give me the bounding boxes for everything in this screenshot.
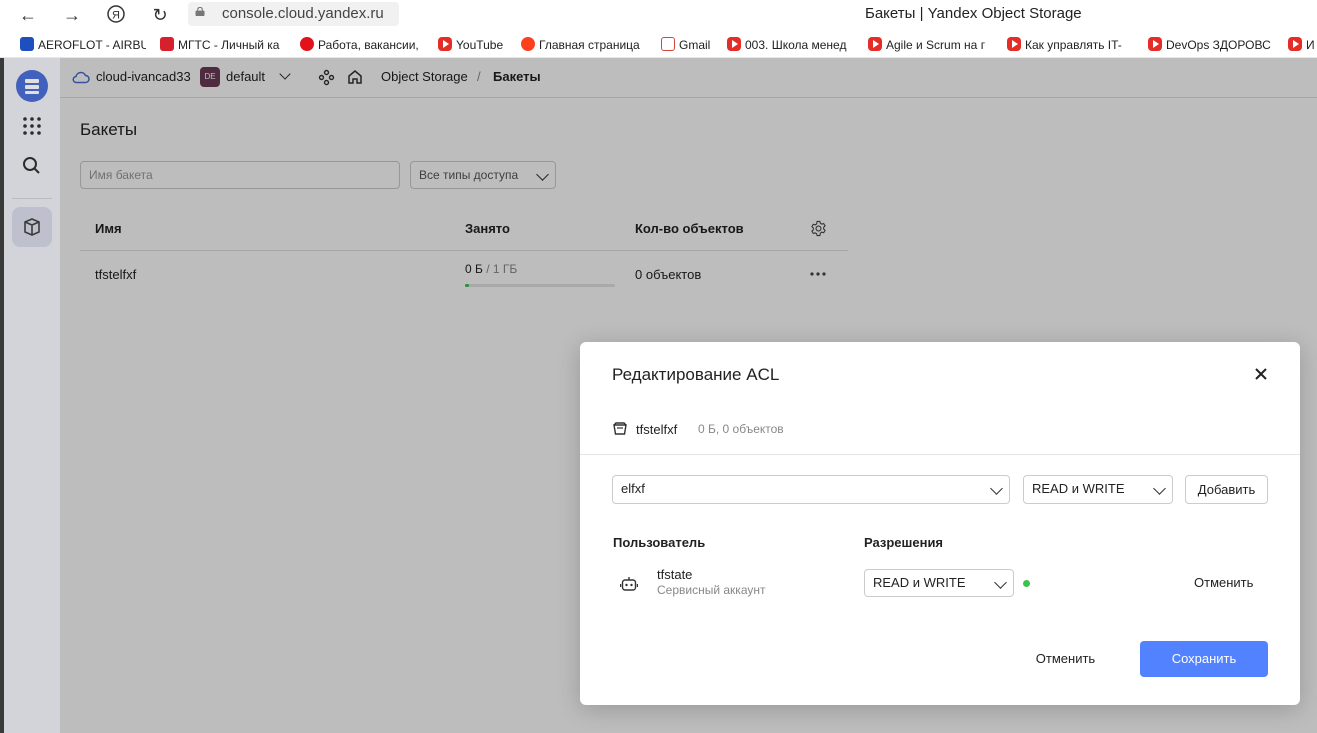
window-title: Бакеты | Yandex Object Storage [865, 5, 1082, 22]
youtube-icon [1288, 37, 1302, 51]
column-permissions: Разрешения [864, 535, 944, 550]
bookmark-item[interactable]: AEROFLOT - AIRBU [20, 37, 146, 53]
url-text: console.cloud.yandex.ru [222, 5, 384, 22]
bookmark-label: YouTube [456, 38, 504, 52]
browser-toolbar: ← → Я ↻ console.cloud.yandex.ru Бакеты |… [0, 0, 1317, 32]
youtube-icon [438, 37, 452, 51]
add-button[interactable]: Добавить [1185, 475, 1268, 504]
bookmark-item[interactable]: Как управлять IT- [1007, 37, 1134, 53]
bookmarks-bar: AEROFLOT - AIRBU МГТС - Личный ка Работа… [0, 33, 1317, 58]
bookmark-item[interactable]: МГТС - Личный ка [160, 37, 286, 53]
bookmark-item[interactable]: Gmail [661, 37, 717, 53]
bookmark-item[interactable]: Главная страница [521, 37, 647, 53]
address-bar[interactable]: console.cloud.yandex.ru [188, 2, 399, 26]
column-user: Пользователь [613, 535, 706, 550]
bucket-icon [613, 422, 627, 435]
youtube-icon [727, 37, 741, 51]
bookmark-item[interactable]: Agile и Scrum на г [868, 37, 994, 53]
aeroflot-icon [20, 37, 34, 51]
close-icon[interactable] [1253, 366, 1269, 382]
acl-user-type: Сервисный аккаунт [657, 583, 766, 597]
save-button[interactable]: Сохранить [1140, 641, 1268, 677]
permission-select[interactable]: READ и WRITE [1023, 475, 1173, 504]
youtube-icon [1148, 37, 1162, 51]
hh-icon [300, 37, 314, 51]
revoke-button[interactable]: Отменить [1194, 575, 1253, 590]
bookmark-item[interactable]: 003. Школа менед [727, 37, 854, 53]
svg-text:Я: Я [112, 10, 120, 22]
bookmark-label: Agile и Scrum на г [886, 38, 986, 52]
dialog-bucket-name: tfstelfxf [636, 422, 678, 437]
status-dot [1023, 580, 1030, 587]
dialog-title: Редактирование ACL [612, 365, 780, 384]
bookmark-label: Работа, вакансии, [318, 38, 419, 52]
bookmark-label: 003. Школа менед [745, 38, 847, 52]
permission-select-value: READ и WRITE [1032, 481, 1125, 496]
mgts-icon [160, 37, 174, 51]
back-icon[interactable]: ← [16, 4, 40, 26]
chevron-down-icon [990, 482, 1003, 495]
cancel-button[interactable]: Отменить [1020, 641, 1111, 677]
bookmark-label: DevOps ЗДОРОВС [1166, 38, 1271, 52]
service-account-robot-icon [620, 577, 638, 591]
bookmark-label: Главная страница [539, 38, 640, 52]
bookmark-label: AEROFLOT - AIRBU [38, 38, 146, 52]
gmail-icon [661, 37, 675, 51]
bookmark-label: И [1306, 38, 1315, 52]
subject-select-value: elfxf [621, 481, 645, 496]
subject-select[interactable]: elfxf [612, 475, 1010, 504]
acl-entry-permission-select[interactable]: READ и WRITE [864, 569, 1014, 597]
acl-entry-row: tfstate Сервисный аккаунт READ и WRITE О… [580, 564, 1300, 604]
dialog-divider [580, 454, 1300, 455]
youtube-icon [868, 37, 882, 51]
chevron-down-icon [994, 576, 1007, 589]
lock-icon [195, 7, 205, 16]
bookmark-label: Gmail [679, 38, 711, 52]
bookmark-item[interactable]: Работа, вакансии, [300, 37, 426, 53]
bookmark-item[interactable]: DevOps ЗДОРОВС [1148, 37, 1274, 53]
yandex-browser-icon[interactable]: Я [104, 4, 128, 26]
acl-user-name: tfstate [657, 567, 693, 582]
edit-acl-dialog: Редактирование ACL tfstelfxf 0 Б, 0 объе… [580, 342, 1300, 705]
bookmark-item[interactable]: YouTube [438, 37, 512, 53]
chevron-down-icon [1153, 482, 1166, 495]
bookmark-label: Как управлять IT- [1025, 38, 1122, 52]
dialog-bucket-info: 0 Б, 0 объектов [698, 422, 784, 436]
bookmark-label: МГТС - Личный ка [178, 38, 280, 52]
acl-entry-permission-value: READ и WRITE [873, 575, 966, 590]
youtube-icon [1007, 37, 1021, 51]
forward-icon[interactable]: → [60, 4, 84, 26]
yandex-icon [521, 37, 535, 51]
sidebar-backdrop [4, 58, 60, 733]
reload-icon[interactable]: ↻ [148, 4, 172, 26]
bookmark-item[interactable]: И [1288, 37, 1317, 53]
